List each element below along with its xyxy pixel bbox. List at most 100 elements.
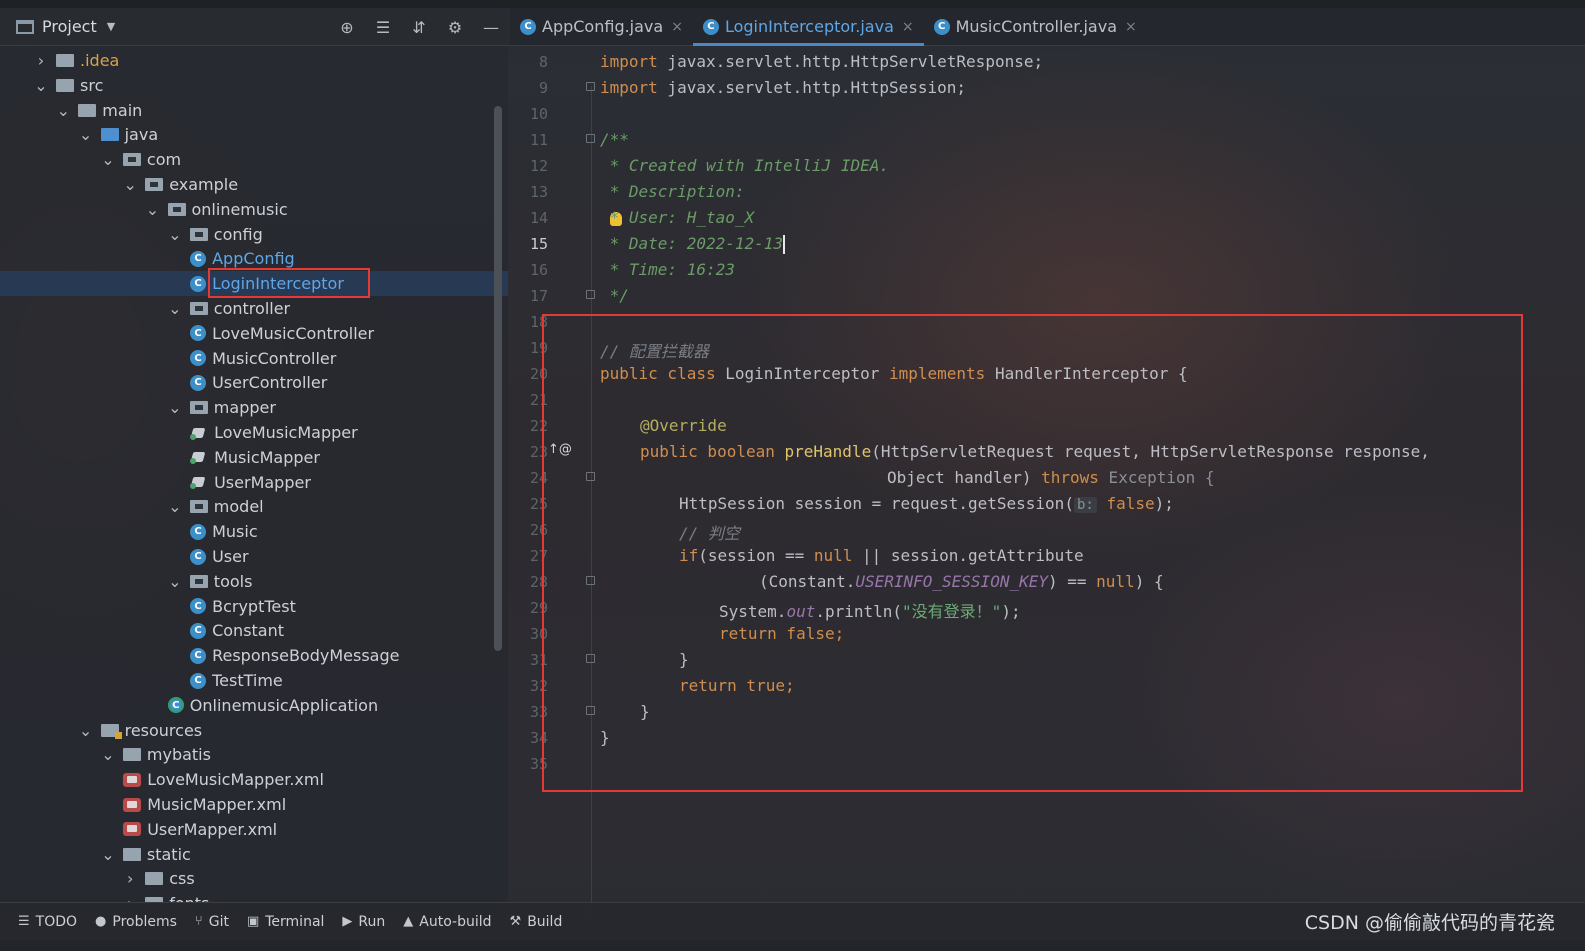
collapse-all-icon[interactable]: ⇵ [408, 16, 430, 38]
tree-item-label: MusicController [212, 348, 337, 368]
tree-item-main[interactable]: ⌄ main [0, 98, 508, 123]
tree-item-static[interactable]: ⌄ static [0, 842, 508, 867]
code-text: javax.servlet.http.HttpServletResponse; [657, 52, 1044, 71]
chevron-right-icon[interactable]: › [123, 869, 137, 888]
tree-item-lovemusicmapper-xml[interactable]: LoveMusicMapper.xml [0, 767, 508, 792]
tree-item-lovemusiccontroller[interactable]: C LoveMusicController [0, 321, 508, 346]
chevron-down-icon[interactable]: ⌄ [168, 299, 182, 318]
text-caret [783, 235, 786, 254]
close-icon[interactable]: × [902, 19, 914, 35]
close-icon[interactable]: × [671, 19, 683, 35]
tree-item-onlinemusic[interactable]: ⌄ onlinemusic [0, 197, 508, 222]
tree-item-mapper[interactable]: ⌄ mapper [0, 395, 508, 420]
chevron-down-icon[interactable]: ⌄ [146, 200, 160, 219]
tree-item-musicmapper-xml[interactable]: MusicMapper.xml [0, 792, 508, 817]
chevron-down-icon[interactable]: ⌄ [123, 175, 137, 194]
toolwindow-terminal[interactable]: ▣ Terminal [247, 914, 324, 930]
tree-item-label: .idea [80, 51, 120, 70]
chevron-down-icon[interactable]: ⌄ [101, 150, 115, 169]
tree-item-label: tools [213, 571, 253, 591]
tree-item-user[interactable]: C User [0, 544, 508, 569]
keyword: import [600, 78, 658, 97]
chevron-down-icon[interactable]: ⌄ [168, 572, 182, 591]
tree-item-label: UserMapper [214, 472, 311, 492]
tab-musiccontroller[interactable]: C MusicController.java × [924, 8, 1147, 45]
keyword: import [600, 52, 658, 71]
line-number: 16 [529, 261, 548, 279]
chevron-down-icon[interactable]: ⌄ [34, 76, 48, 95]
highlight-box [208, 268, 370, 298]
build-icon: ⚒ [509, 914, 522, 929]
code-editor[interactable]: 8 9 10 11 12 13 14 15 16 17 18 19 20 21 22 23 24 25 26 27 28… [510, 46, 1585, 916]
java-class-icon: C [190, 325, 207, 342]
tree-item-lovemusicmapper[interactable]: LoveMusicMapper [0, 420, 508, 445]
gear-icon[interactable]: ⚙ [444, 16, 466, 38]
package-icon [122, 153, 141, 167]
toolwindow-run[interactable]: ▶ Run [342, 914, 385, 930]
tree-item-usermapper[interactable]: UserMapper [0, 470, 508, 495]
tree-item-resources[interactable]: ⌄ resources [0, 718, 508, 743]
tree-item-bcrypttest[interactable]: C BcryptTest [0, 594, 508, 619]
chevron-right-icon[interactable]: › [123, 894, 137, 902]
terminal-icon: ▣ [246, 914, 260, 929]
chevron-down-icon[interactable]: ⌄ [101, 745, 115, 764]
spring-app-class-icon: C [167, 697, 184, 714]
toolwindow-label: Terminal [265, 913, 325, 930]
tree-item-constant[interactable]: C Constant [0, 618, 508, 643]
toolwindow-todo[interactable]: ☰ TODO [18, 914, 77, 930]
tree-vertical-scrollbar[interactable] [494, 106, 502, 651]
code-line-9: import javax.servlet.http.HttpSession; [600, 78, 966, 97]
fold-marker-icon[interactable] [586, 82, 595, 91]
java-class-icon: C [190, 647, 207, 664]
tree-item-musiccontroller[interactable]: C MusicController [0, 346, 508, 371]
chevron-down-icon[interactable]: ⌄ [168, 225, 182, 244]
minimize-icon[interactable]: — [480, 16, 502, 38]
java-class-icon: C [520, 18, 536, 35]
chevron-down-icon[interactable]: ⌄ [79, 125, 93, 144]
close-icon[interactable]: × [1125, 19, 1137, 35]
tree-item-example[interactable]: ⌄ example [0, 172, 508, 197]
tree-item-model[interactable]: ⌄ model [0, 494, 508, 519]
tree-item-responsebodymessage[interactable]: C ResponseBodyMessage [0, 643, 508, 668]
tree-item-controller[interactable]: ⌄ controller [0, 296, 508, 321]
tree-item-fonts[interactable]: › fonts [0, 891, 508, 902]
tree-item-label: ResponseBodyMessage [212, 646, 400, 666]
tree-item-src[interactable]: ⌄ src [0, 73, 508, 98]
tree-item-usercontroller[interactable]: C UserController [0, 370, 508, 395]
tree-item-onlinemusicapplication[interactable]: C OnlinemusicApplication [0, 693, 508, 718]
chevron-down-icon[interactable]: ▼ [107, 20, 115, 33]
tree-item-usermapper-xml[interactable]: UserMapper.xml [0, 817, 508, 842]
tab-appconfig[interactable]: C AppConfig.java × [510, 8, 693, 45]
chevron-right-icon[interactable]: › [34, 51, 48, 70]
locate-icon[interactable]: ⊕ [336, 16, 358, 38]
tree-item-testtime[interactable]: C TestTime [0, 668, 508, 693]
tree-item-music[interactable]: C Music [0, 519, 508, 544]
tree-item-java[interactable]: ⌄ java [0, 122, 508, 147]
tree-item-tools[interactable]: ⌄ tools [0, 569, 508, 594]
project-panel-title[interactable]: Project [42, 17, 97, 36]
java-class-icon: C [190, 548, 207, 565]
fold-marker-icon[interactable] [586, 290, 595, 299]
chevron-down-icon[interactable]: ⌄ [101, 845, 115, 864]
fold-marker-icon[interactable] [586, 134, 595, 143]
tree-item-mybatis[interactable]: ⌄ mybatis [0, 742, 508, 767]
tree-item-musicmapper[interactable]: MusicMapper [0, 445, 508, 470]
toolwindow-git[interactable]: ⑂ Git [195, 914, 229, 930]
tree-item-css[interactable]: › css [0, 866, 508, 891]
todo-icon: ☰ [18, 914, 30, 929]
toolwindow-build[interactable]: ⚒ Build [510, 914, 563, 930]
toolwindow-problems[interactable]: ● Problems [95, 914, 177, 930]
expand-all-icon[interactable]: ☰ [372, 16, 394, 38]
tree-item-config[interactable]: ⌄ config [0, 222, 508, 247]
chevron-down-icon[interactable]: ⌄ [56, 101, 70, 120]
tab-logininterceptor[interactable]: C LoginInterceptor.java × [692, 8, 924, 46]
status-bar [0, 940, 1585, 951]
toolwindow-auto-build[interactable]: ▲ Auto-build [403, 914, 491, 930]
mybatis-xml-icon [123, 822, 142, 837]
tree-item--idea[interactable]: › .idea [0, 48, 508, 73]
chevron-down-icon[interactable]: ⌄ [168, 497, 182, 516]
code-line-8: import javax.servlet.http.HttpServletRes… [600, 52, 1043, 71]
tree-item-com[interactable]: ⌄ com [0, 147, 508, 172]
chevron-down-icon[interactable]: ⌄ [168, 398, 182, 417]
chevron-down-icon[interactable]: ⌄ [79, 721, 93, 740]
